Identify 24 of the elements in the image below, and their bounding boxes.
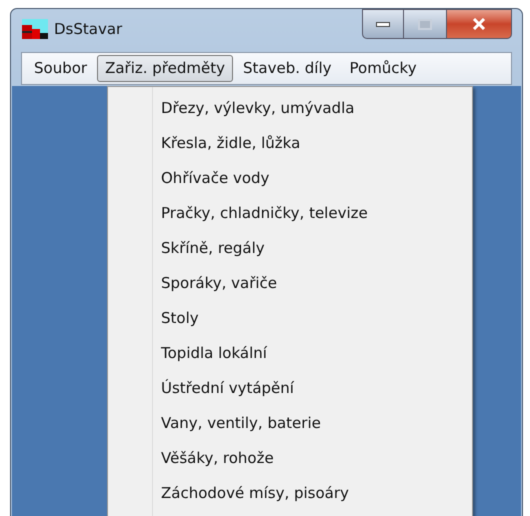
dropdown-item[interactable]: Dřezy, výlevky, umývadla <box>108 91 472 126</box>
minimize-button[interactable] <box>362 9 404 39</box>
dropdown-item[interactable]: Stoly <box>108 301 472 336</box>
maximize-icon <box>418 18 432 30</box>
app-logo-icon <box>22 19 48 39</box>
dropdown-item[interactable]: Vany, ventily, baterie <box>108 406 472 441</box>
dropdown-item[interactable]: Záchodové mísy, pisoáry <box>108 476 472 511</box>
menu-item[interactable]: Soubor <box>26 55 96 82</box>
menu-item[interactable]: Zařiz. předměty <box>97 55 233 82</box>
minimize-icon <box>376 22 390 26</box>
close-icon <box>472 18 486 30</box>
dropdown-item[interactable]: Topidla lokální <box>108 336 472 371</box>
dropdown-item[interactable]: Skříně, regály <box>108 231 472 266</box>
dropdown-item[interactable]: Věšáky, rohože <box>108 441 472 476</box>
maximize-button[interactable] <box>404 9 446 39</box>
menu-item[interactable]: Staveb. díly <box>235 55 340 82</box>
window-title: DsStavar <box>54 18 122 40</box>
dropdown-item[interactable]: Křesla, židle, lůžka <box>108 126 472 161</box>
dropdown-item[interactable]: Sporáky, vařiče <box>108 266 472 301</box>
close-button[interactable] <box>446 9 512 39</box>
dropdown-item[interactable]: Ohřívače vody <box>108 161 472 196</box>
dropdown-item[interactable]: Ústřední vytápění <box>108 371 472 406</box>
dropdown-item[interactable]: Pračky, chladničky, televize <box>108 196 472 231</box>
menu-item[interactable]: Pomůcky <box>342 55 425 82</box>
